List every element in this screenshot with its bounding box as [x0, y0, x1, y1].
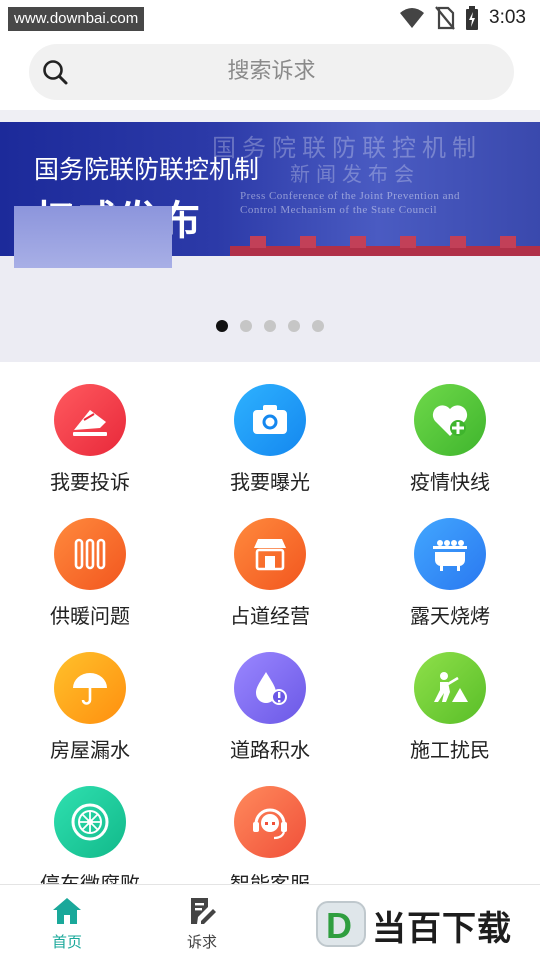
- search-input[interactable]: 搜索诉求: [29, 44, 514, 100]
- edit-document-icon: [191, 898, 216, 924]
- service-icon-circle: [54, 652, 126, 724]
- search-bar: 搜索诉求: [0, 36, 540, 110]
- service-icon-circle: [234, 384, 306, 456]
- carousel-dot[interactable]: [264, 320, 276, 332]
- service-road-occupation[interactable]: 占道经营: [180, 496, 360, 630]
- stall-icon: [254, 539, 286, 571]
- camera-icon: [253, 405, 287, 434]
- status-bar: www.downbai.com 3:03: [0, 0, 540, 36]
- service-complaint[interactable]: 我要投诉: [0, 362, 180, 496]
- search-placeholder: 搜索诉求: [227, 59, 316, 84]
- site-logo-watermark: D 当百下载: [314, 897, 534, 951]
- nav-label: 首页: [51, 933, 82, 951]
- nav-requests[interactable]: 诉求: [162, 893, 242, 955]
- service-heating[interactable]: 供暖问题: [0, 496, 180, 630]
- service-icon-circle: [234, 652, 306, 724]
- service-label: 露天烧烤: [410, 604, 490, 628]
- logo-letter: D: [326, 905, 352, 946]
- service-grid: 我要投诉 我要曝光 疫情快线 供暖问题 占道经营 露天烧烤 房屋漏水 道路积水 …: [0, 362, 540, 896]
- service-icon-circle: [234, 786, 306, 858]
- divider: [0, 110, 540, 122]
- heart-plus-icon: [432, 405, 468, 436]
- banner-english-line1: Press Conference of the Joint Prevention…: [240, 190, 460, 202]
- blurred-region: [14, 206, 172, 268]
- service-epidemic-hotline[interactable]: 疫情快线: [360, 362, 540, 496]
- service-label: 我要曝光: [230, 470, 310, 494]
- banner-carousel[interactable]: 国务院联防联控机制 新闻发布会 Press Conference of the …: [0, 122, 540, 362]
- service-icon-circle: [234, 518, 306, 590]
- service-icon-circle: [54, 518, 126, 590]
- banner-title: 国务院联防联控机制: [34, 155, 260, 184]
- service-icon-circle: [414, 518, 486, 590]
- carousel-dot-active[interactable]: [216, 320, 228, 332]
- service-road-flooding[interactable]: 道路积水: [180, 630, 360, 764]
- bottom-navigation: 首页 诉求 D 当百下载: [0, 884, 540, 960]
- logo-text: 当百下载: [372, 909, 512, 949]
- water-drop-icon: [256, 672, 287, 705]
- logo-badge: D: [316, 901, 366, 947]
- service-icon-circle: [414, 384, 486, 456]
- nav-home[interactable]: 首页: [27, 893, 107, 955]
- service-outdoor-barbecue[interactable]: 露天烧烤: [360, 496, 540, 630]
- battery-charging-icon: [466, 6, 479, 30]
- no-sim-icon: [435, 6, 455, 30]
- service-label: 我要投诉: [50, 470, 130, 494]
- clock: 3:03: [489, 7, 526, 28]
- service-construction-noise[interactable]: 施工扰民: [360, 630, 540, 764]
- banner-background-subtitle: 新闻发布会: [290, 162, 420, 186]
- service-icon-circle: [414, 652, 486, 724]
- home-icon: [53, 898, 81, 924]
- app-screen: www.downbai.com 3:03 搜索诉求 国务院联防联控机制 新闻发布…: [0, 0, 540, 960]
- service-icon-circle: [54, 384, 126, 456]
- umbrella-icon: [73, 673, 107, 705]
- construction-worker-icon: [434, 672, 468, 702]
- site-watermark: www.downbai.com: [8, 7, 145, 31]
- radiator-icon: [74, 538, 106, 570]
- carousel-dot[interactable]: [288, 320, 300, 332]
- nav-label: 诉求: [186, 933, 217, 951]
- service-roof-leak[interactable]: 房屋漏水: [0, 630, 180, 764]
- complaint-icon: [73, 410, 107, 436]
- conference-chairs-image: [230, 236, 540, 256]
- status-icons: 3:03: [399, 6, 526, 30]
- service-label: 疫情快线: [410, 470, 490, 494]
- service-icon-circle: [54, 786, 126, 858]
- service-label: 供暖问题: [50, 604, 130, 628]
- wheel-icon: [71, 803, 109, 841]
- banner-english-line2: Control Mechanism of the State Council: [240, 204, 438, 216]
- carousel-dot[interactable]: [240, 320, 252, 332]
- service-label: 房屋漏水: [50, 738, 130, 762]
- carousel-dot[interactable]: [312, 320, 324, 332]
- headset-icon: [253, 808, 287, 840]
- barbecue-icon: [433, 540, 467, 571]
- service-label: 施工扰民: [410, 738, 490, 762]
- service-label: 占道经营: [230, 604, 310, 628]
- service-smart-support[interactable]: 智能客服: [180, 764, 360, 898]
- service-label: 道路积水: [230, 738, 310, 762]
- service-exposure[interactable]: 我要曝光: [180, 362, 360, 496]
- service-parking-corruption[interactable]: 停车微腐败: [0, 764, 180, 898]
- wifi-icon: [400, 8, 425, 28]
- carousel-indicator: [0, 320, 540, 334]
